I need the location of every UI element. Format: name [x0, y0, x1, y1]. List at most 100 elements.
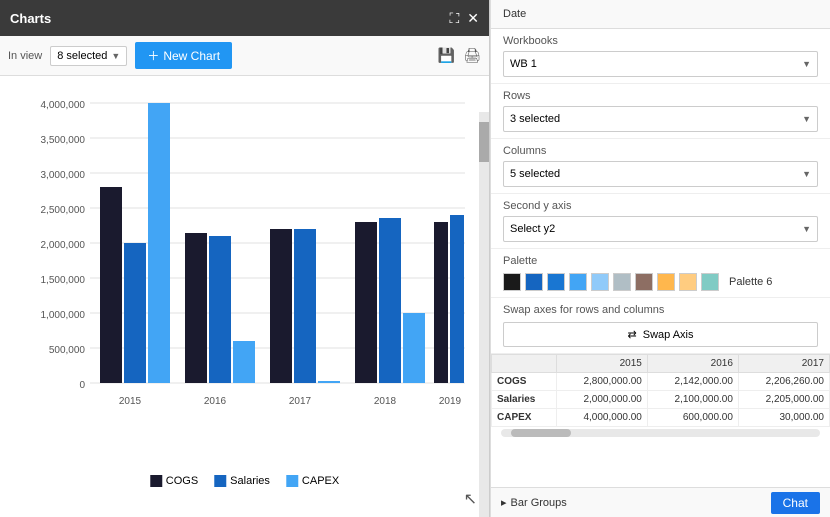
palette-swatch-4[interactable]: [591, 273, 609, 291]
svg-text:2017: 2017: [289, 396, 312, 407]
bar-2017-capex: [318, 381, 340, 383]
legend-label-cogs: COGS: [166, 475, 198, 487]
row-cogs-2016: 2,142,000.00: [647, 373, 738, 391]
workbook-value: WB 1: [510, 58, 537, 70]
close-icon[interactable]: ✕: [467, 10, 479, 27]
selected-dropdown[interactable]: 8 selected ▼: [50, 46, 127, 66]
bar-2017-salaries: [294, 229, 316, 383]
bar-2015-capex: [148, 103, 170, 383]
second-y-arrow-icon: ▼: [802, 224, 811, 234]
bar-2018-capex: [403, 313, 425, 383]
bar-2018-cogs: [355, 222, 377, 383]
svg-text:1,000,000: 1,000,000: [41, 310, 86, 321]
swap-btn-label: Swap Axis: [643, 329, 694, 341]
row-label-salaries: Salaries: [492, 391, 557, 409]
charts-header-icons: ⛶ ✕: [449, 10, 479, 27]
chart-scrollbar[interactable]: [479, 112, 489, 517]
bar-2016-cogs: [185, 233, 207, 383]
legend-color-salaries: [214, 475, 226, 487]
columns-label: Columns: [503, 145, 818, 157]
palette-swatch-2[interactable]: [547, 273, 565, 291]
charts-toolbar: In view 8 selected ▼ ＋ New Chart 💾 🖨: [0, 36, 489, 76]
col-header-2017: 2017: [738, 355, 829, 373]
bar-groups-section[interactable]: ▸ Bar Groups: [501, 496, 567, 509]
palette-swatch-3[interactable]: [569, 273, 587, 291]
dropdown-arrow-icon: ▼: [111, 51, 120, 61]
data-table: 2015 2016 2017 COGS 2,800,000.00 2,142,0…: [491, 354, 830, 427]
charts-panel: Charts ⛶ ✕ In view 8 selected ▼ ＋ New Ch…: [0, 0, 490, 517]
palette-swatch-1[interactable]: [525, 273, 543, 291]
palette-row: Palette 6: [503, 273, 818, 291]
row-label-capex: CAPEX: [492, 409, 557, 427]
print-icon[interactable]: 🖨: [463, 47, 481, 64]
columns-arrow-icon: ▼: [802, 169, 811, 179]
palette-swatch-7[interactable]: [657, 273, 675, 291]
rows-section: Rows 3 selected ▼: [491, 84, 830, 139]
svg-text:2,500,000: 2,500,000: [41, 205, 86, 216]
chat-button[interactable]: Chat: [771, 492, 820, 514]
swap-axis-button[interactable]: ⇄ Swap Axis: [503, 322, 818, 347]
expand-icon[interactable]: ⛶: [449, 10, 459, 27]
chart-legend: COGS Salaries CAPEX: [150, 475, 339, 487]
in-view-label: In view: [8, 50, 42, 62]
bar-2019-cogs: [434, 222, 448, 383]
table-row-salaries: Salaries 2,000,000.00 2,100,000.00 2,205…: [492, 391, 830, 409]
row-capex-2017: 30,000.00: [738, 409, 829, 427]
palette-swatch-9[interactable]: [701, 273, 719, 291]
legend-salaries: Salaries: [214, 475, 270, 487]
col-header-label: [492, 355, 557, 373]
columns-select[interactable]: 5 selected ▼: [503, 161, 818, 187]
palette-swatch-5[interactable]: [613, 273, 631, 291]
bar-2016-capex: [233, 341, 255, 383]
chart-scrollbar-thumb[interactable]: [479, 122, 489, 162]
bar-2016-salaries: [209, 236, 231, 383]
horizontal-scrollbar[interactable]: [501, 429, 820, 437]
svg-text:2019: 2019: [439, 396, 462, 407]
bar-groups-label: Bar Groups: [511, 497, 567, 509]
chart-area: 4,000,000 3,500,000 3,000,000 2,500,000 …: [0, 76, 489, 517]
charts-header: Charts ⛶ ✕: [0, 0, 489, 36]
save-icon[interactable]: 💾: [438, 47, 455, 64]
new-chart-label: New Chart: [163, 49, 220, 63]
svg-text:1,500,000: 1,500,000: [41, 275, 86, 286]
legend-label-capex: CAPEX: [302, 475, 339, 487]
charts-title: Charts: [10, 11, 51, 26]
columns-value: 5 selected: [510, 168, 560, 180]
plus-icon: ＋: [147, 47, 159, 64]
horizontal-scrollbar-thumb[interactable]: [511, 429, 571, 437]
palette-swatch-6[interactable]: [635, 273, 653, 291]
toolbar-right: 💾 🖨: [438, 47, 481, 64]
bar-2015-salaries: [124, 243, 146, 383]
row-salaries-2016: 2,100,000.00: [647, 391, 738, 409]
row-capex-2015: 4,000,000.00: [556, 409, 647, 427]
palette-name: Palette 6: [729, 276, 772, 288]
swap-section: Swap axes for rows and columns ⇄ Swap Ax…: [491, 298, 830, 354]
col-header-2015: 2015: [556, 355, 647, 373]
second-y-select[interactable]: Select y2 ▼: [503, 216, 818, 242]
col-header-2016: 2016: [647, 355, 738, 373]
palette-swatch-8[interactable]: [679, 273, 697, 291]
rows-label: Rows: [503, 90, 818, 102]
workbook-select[interactable]: WB 1 ▼: [503, 51, 818, 77]
rows-value: 3 selected: [510, 113, 560, 125]
svg-text:4,000,000: 4,000,000: [41, 100, 86, 111]
legend-cogs: COGS: [150, 475, 198, 487]
new-chart-button[interactable]: ＋ New Chart: [135, 42, 232, 69]
cursor-icon: ↖: [464, 489, 477, 509]
palette-section: Palette Palette 6: [491, 249, 830, 298]
rows-select[interactable]: 3 selected ▼: [503, 106, 818, 132]
columns-section: Columns 5 selected ▼: [491, 139, 830, 194]
bar-2017-cogs: [270, 229, 292, 383]
svg-text:0: 0: [79, 380, 85, 391]
palette-swatch-0[interactable]: [503, 273, 521, 291]
svg-text:2,000,000: 2,000,000: [41, 240, 86, 251]
row-label-cogs: COGS: [492, 373, 557, 391]
right-panel: Date Workbooks WB 1 ▼ Rows 3 selected ▼ …: [490, 0, 830, 517]
row-salaries-2015: 2,000,000.00: [556, 391, 647, 409]
bar-2019-salaries: [450, 215, 464, 383]
data-table-section: 2015 2016 2017 COGS 2,800,000.00 2,142,0…: [491, 354, 830, 487]
table-scroll[interactable]: 2015 2016 2017 COGS 2,800,000.00 2,142,0…: [491, 354, 830, 427]
svg-text:2016: 2016: [204, 396, 227, 407]
second-y-label: Second y axis: [503, 200, 818, 212]
svg-text:2015: 2015: [119, 396, 142, 407]
